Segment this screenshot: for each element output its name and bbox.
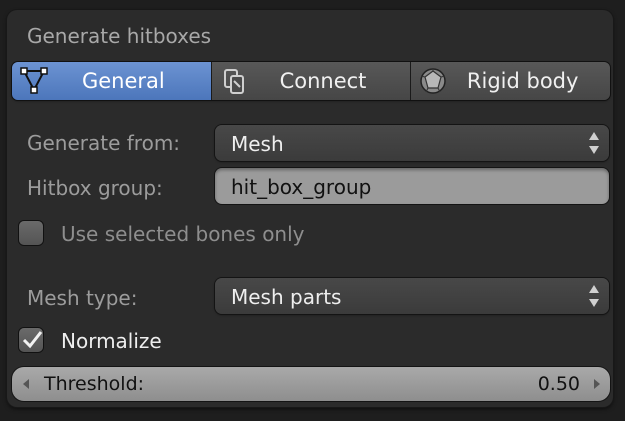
mesh-type-value: Mesh parts xyxy=(231,285,342,309)
use-selected-bones-checkbox[interactable] xyxy=(19,221,43,245)
mesh-type-label: Mesh type: xyxy=(27,286,138,310)
dropdown-arrows-icon xyxy=(589,285,599,307)
constraint-link-icon xyxy=(223,69,244,94)
tab-connect-label: Connect xyxy=(279,69,367,93)
hitbox-group-field[interactable]: hit_box_group xyxy=(215,168,609,204)
dropdown-arrows-icon xyxy=(589,132,599,154)
tab-rigid-body-label: Rigid body xyxy=(466,69,579,93)
rigid-body-icon xyxy=(420,68,447,94)
mesh-vertices-icon xyxy=(20,67,48,94)
mesh-type-dropdown[interactable]: Mesh parts xyxy=(215,278,609,314)
tab-rigid-body[interactable]: Rigid body xyxy=(411,62,610,100)
generate-from-value: Mesh xyxy=(231,132,284,156)
normalize-checkbox[interactable] xyxy=(19,328,43,352)
threshold-label: Threshold: xyxy=(44,373,145,395)
checkmark-icon xyxy=(22,331,43,349)
generate-from-dropdown[interactable]: Mesh xyxy=(215,125,609,161)
increment-arrow-icon[interactable] xyxy=(593,378,601,390)
hitbox-group-value: hit_box_group xyxy=(231,175,372,199)
tab-general[interactable]: General xyxy=(12,62,212,100)
use-selected-bones-label: Use selected bones only xyxy=(61,222,305,246)
tab-connect[interactable]: Connect xyxy=(211,62,412,100)
panel-title: Generate hitboxes xyxy=(27,24,212,48)
threshold-slider[interactable]: Threshold: 0.50 xyxy=(12,367,610,401)
hitbox-panel: Generate hitboxes General Connect Rigid … xyxy=(7,10,613,407)
tab-bar: General Connect Rigid body xyxy=(12,62,610,100)
normalize-label: Normalize xyxy=(61,329,162,353)
tab-general-label: General xyxy=(81,69,165,93)
threshold-value: 0.50 xyxy=(537,373,580,395)
decrement-arrow-icon[interactable] xyxy=(22,378,30,390)
hitbox-group-label: Hitbox group: xyxy=(27,176,163,200)
generate-from-label: Generate from: xyxy=(27,131,181,155)
